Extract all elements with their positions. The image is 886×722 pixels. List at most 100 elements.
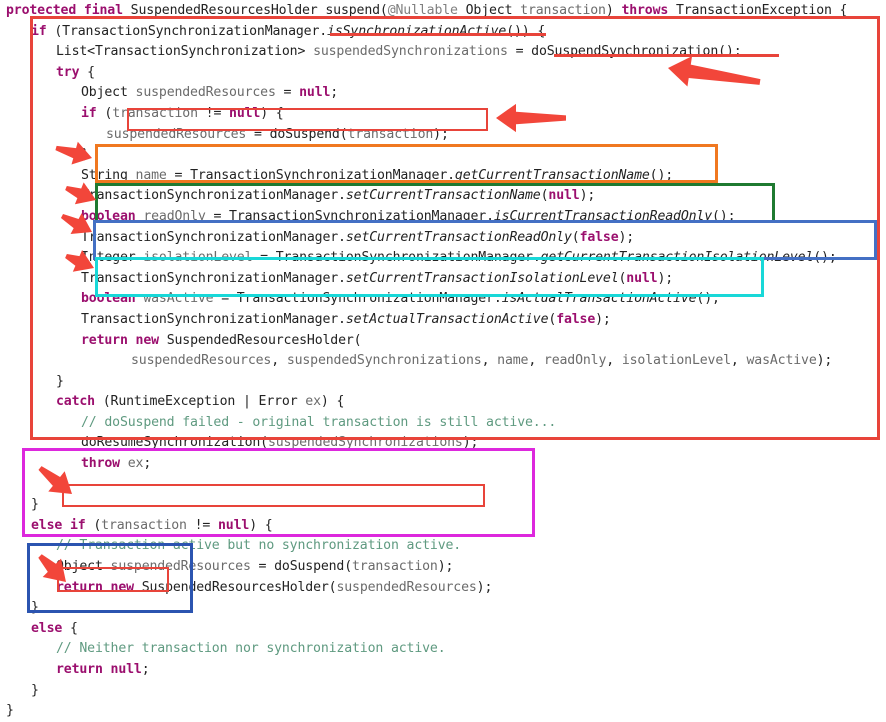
code-token: = TransactionSynchronizationManager. xyxy=(166,167,455,183)
code-token: , xyxy=(606,353,622,369)
arrow-to-do-suspend-call xyxy=(456,78,606,158)
code-token: SuspendedResourcesHolder( xyxy=(133,579,337,595)
code-token: ; xyxy=(330,85,339,101)
code-token: null xyxy=(626,270,658,286)
code-token: } xyxy=(6,703,14,719)
code-token: null xyxy=(299,85,331,101)
code-token: false xyxy=(579,229,619,245)
code-token: suspendedSynchronizations xyxy=(313,44,508,60)
code-token: suspendedResources xyxy=(131,353,272,369)
code-token: isolationLevel xyxy=(143,250,253,266)
code-token: suspendedResources xyxy=(336,579,477,595)
code-token: = xyxy=(275,85,300,101)
code-token: // Transaction active but no synchroniza… xyxy=(56,538,462,554)
code-token: transaction xyxy=(347,126,434,142)
code-token: { xyxy=(62,620,78,636)
code-token: } xyxy=(56,373,64,389)
code-token: (); xyxy=(711,208,736,224)
code-line: Object suspendedResources = doSuspend(tr… xyxy=(0,557,886,578)
code-line: catch (RuntimeException | Error ex) { xyxy=(0,392,886,413)
code-token: return xyxy=(56,662,103,677)
code-token: suspendedResources xyxy=(135,85,276,101)
code-token: readOnly xyxy=(143,208,206,224)
code-token: ex xyxy=(127,456,144,472)
code-token: try xyxy=(56,64,80,80)
code-token: ); xyxy=(437,559,454,575)
code-token: (TransactionSynchronizationManager. xyxy=(46,23,328,39)
code-token: false xyxy=(556,311,596,327)
is-synchronization-active-underline xyxy=(330,33,546,36)
code-token: , xyxy=(271,353,287,369)
code-line: doResumeSynchronization(suspendedSynchro… xyxy=(0,433,886,454)
code-token: null xyxy=(548,188,580,204)
code-token: final xyxy=(83,3,123,18)
code-line: suspendedResources, suspendedSynchroniza… xyxy=(0,351,886,372)
code-token: ); xyxy=(433,126,449,142)
code-line: else if (transaction != null) { xyxy=(0,516,886,537)
code-token: transaction xyxy=(101,517,187,533)
screenshot-root: protected final SuspendedResourcesHolder… xyxy=(0,0,886,718)
code-token: ) { xyxy=(260,105,284,121)
code-line: return null; xyxy=(0,660,886,681)
code-token: = doSuspend( xyxy=(246,126,348,142)
code-token: readOnly xyxy=(543,353,607,369)
code-token: , xyxy=(730,353,747,369)
code-token: ) { xyxy=(320,394,345,410)
code-token: = TransactionSynchronizationManager. xyxy=(252,250,541,266)
code-token: transaction xyxy=(520,3,606,18)
code-token: ; xyxy=(143,456,152,472)
arrow-to-do-suspend-synchronization xyxy=(628,28,800,122)
code-line: return new SuspendedResourcesHolder( xyxy=(0,331,886,352)
code-token: , xyxy=(528,353,544,369)
code-token: = TransactionSynchronizationManager. xyxy=(205,208,494,224)
code-token: // Neither transaction nor synchronizati… xyxy=(56,641,446,657)
code-token: @Nullable xyxy=(387,3,458,18)
code-token: null xyxy=(218,517,250,533)
code-token: setActualTransactionActive xyxy=(345,311,549,327)
code-token: { xyxy=(79,64,95,80)
code-token: Object xyxy=(81,85,136,101)
code-line: } xyxy=(0,372,886,393)
code-token: // doSuspend failed - original transacti… xyxy=(81,414,557,430)
code-token: new xyxy=(110,579,135,595)
code-token: isActualTransactionActive xyxy=(501,291,697,307)
code-token: (); xyxy=(649,167,674,183)
code-token: catch xyxy=(56,394,95,410)
arrow-to-actual-transaction-active xyxy=(26,216,134,308)
code-token: != xyxy=(197,105,230,121)
code-line: // doSuspend failed - original transacti… xyxy=(0,413,886,434)
code-token: getCurrentTransactionIsolationLevel xyxy=(540,250,814,266)
code-line: protected final SuspendedResourcesHolder… xyxy=(0,1,886,22)
code-token: ) { xyxy=(249,517,273,533)
code-token: (); xyxy=(696,291,720,307)
code-token: wasActive xyxy=(143,291,214,307)
code-token: getCurrentTransactionName xyxy=(454,167,650,183)
code-token: ( xyxy=(571,229,580,245)
code-token: isolationLevel xyxy=(621,353,731,369)
code-token: ()) { xyxy=(506,23,546,39)
code-line: suspendedResources = doSuspend(transacti… xyxy=(0,125,886,146)
code-token: isCurrentTransactionReadOnly xyxy=(493,208,712,224)
code-line: return new SuspendedResourcesHolder(susp… xyxy=(0,578,886,599)
code-token: ; xyxy=(141,662,150,677)
code-token: null xyxy=(110,662,142,677)
code-token: setCurrentTransactionIsolationLevel xyxy=(345,270,619,286)
code-token: } xyxy=(31,682,39,698)
code-token: null xyxy=(229,105,261,121)
code-token: != xyxy=(186,517,219,533)
code-line: } xyxy=(0,701,886,722)
code-token: setCurrentTransactionName xyxy=(345,188,541,204)
code-token: ); xyxy=(476,579,493,595)
code-token: suspendedResources xyxy=(110,559,251,575)
code-token: if xyxy=(31,23,47,39)
code-line: // Neither transaction nor synchronizati… xyxy=(0,639,886,660)
code-line: } xyxy=(0,681,886,702)
code-line: } xyxy=(0,495,886,516)
code-token: suspendedSynchronizations xyxy=(286,353,482,369)
code-token: name xyxy=(135,167,167,183)
code-token: transaction xyxy=(352,559,438,575)
